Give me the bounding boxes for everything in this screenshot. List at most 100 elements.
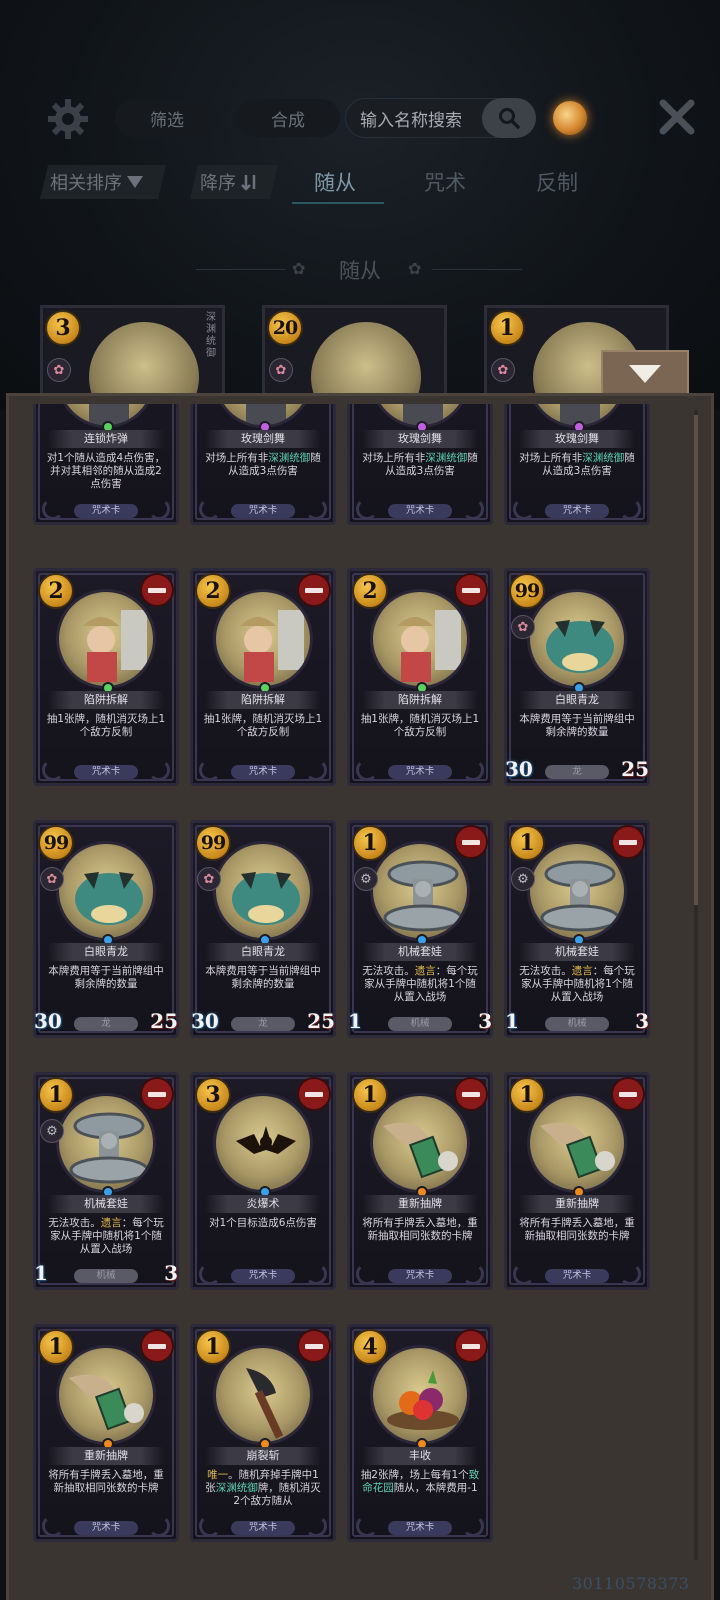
keyword: 遗言 (571, 965, 593, 977)
remove-card-button[interactable] (454, 573, 488, 607)
card-type-label: 咒术卡 (388, 765, 452, 779)
cost-badge: 2 (38, 573, 74, 609)
tab-counters[interactable]: 反制 (536, 167, 578, 197)
card-tag: 深渊统御 (206, 312, 216, 359)
corner-ornament (513, 498, 535, 520)
card-description: 将所有手牌丢入墓地，重新抽取相同张数的卡牌 (362, 1217, 478, 1242)
card-illustration (540, 860, 620, 932)
corner-ornament (462, 1263, 484, 1285)
relevance-sort-label: 相关排序 (50, 173, 122, 194)
card-name: 陷阱拆解 (205, 691, 321, 709)
card-art (213, 589, 313, 689)
card-tile[interactable]: 1 重新抽牌 将所有手牌丢入墓地，重新抽取相同张数的卡牌 咒术卡 (504, 1072, 650, 1290)
currency-icon[interactable] (553, 101, 587, 135)
card-description: 唯一。随机弃掉手牌中1张深渊统御牌，随机消灭2个敌方随从 (203, 1469, 323, 1517)
remove-card-button[interactable] (140, 1329, 174, 1363)
card-tile[interactable]: 99 ✿ 白眼青龙 本牌费用等于当前牌组中剩余牌的数量龙 30 25 (189, 820, 336, 1039)
card-type-label: 咒术卡 (74, 765, 138, 779)
card-description: 对场上所有非深渊统御随从造成3点伤害 (517, 452, 637, 500)
card-tile[interactable]: 1 ⚙ 机械套娃 无法攻击。遗言：每个玩家从手牌中随机将1个随从置入战场 机械 1 3 (32, 1072, 179, 1291)
card-name: 机械套娃 (362, 943, 478, 961)
cost-badge: 99 (509, 573, 545, 609)
card-tile[interactable]: 1 崩裂斩 唯一。随机弃掉手牌中1张深渊统御牌，随机消灭2个敌方随从 咒术卡 (190, 1324, 336, 1542)
card-tile[interactable]: 99 ✿ 白眼青龙 本牌费用等于当前牌组中剩余牌的数量龙 30 25 (503, 568, 650, 787)
card-tile[interactable]: 2 陷阱拆解 抽1张牌，随机消灭场上1个敌方反制 咒术卡 (33, 568, 179, 786)
card-tile[interactable]: 3 炎爆术 对1个目标造成6点伤害 咒术卡 (190, 1072, 336, 1290)
card-type-label: 咒术卡 (388, 1269, 452, 1283)
card-tile[interactable]: 玫瑰剑舞 对场上所有非深渊统御随从造成3点伤害 咒术卡 (504, 404, 650, 525)
card-tile[interactable]: 玫瑰剑舞对场上所有非深渊统御随从造成3点伤害咒术卡 (190, 404, 336, 525)
corner-ornament (305, 498, 327, 520)
card-type-label: 龙 (74, 1017, 138, 1031)
card-tile[interactable]: 1 重新抽牌 将所有手牌丢入墓地，重新抽取相同张数的卡牌 咒术卡 (33, 1324, 179, 1542)
cost-badge: 99 (38, 825, 74, 861)
card-name: 白眼青龙 (205, 943, 321, 961)
card-description: 对场上所有非深渊统御随从造成3点伤害 (203, 452, 323, 500)
remove-card-button[interactable] (611, 1077, 645, 1111)
filter-button[interactable]: 筛选 (115, 99, 219, 137)
order-sort-button[interactable]: 降序 (190, 165, 278, 199)
collapse-panel-button[interactable] (601, 350, 689, 396)
sort-order-icon (240, 172, 260, 192)
attack-stat: 30 (503, 757, 539, 787)
card-tile[interactable]: 4 丰收 抽2张牌，场上每有1个致命花园随从，本牌费用-1 咒术卡 (347, 1324, 493, 1542)
corner-ornament (305, 759, 327, 781)
cost-badge: 3 (195, 1077, 231, 1113)
watermark-id: 30110578373 (572, 1574, 690, 1593)
remove-card-button[interactable] (297, 573, 331, 607)
card-type-label: 咒术卡 (231, 1521, 295, 1535)
card-type-label: 咒术卡 (231, 1269, 295, 1283)
card-name: 玫瑰剑舞 (362, 430, 478, 448)
card-tile[interactable]: 玫瑰剑舞 对场上所有非深渊统御随从造成3点伤害 咒术卡 (347, 404, 493, 525)
card-tile[interactable]: 连锁炸弹 对1个随从造成4点伤害，并对其相邻的随从造成2点伤害 咒术卡 (33, 404, 179, 525)
card-name: 玫瑰剑舞 (205, 430, 321, 448)
tab-minions[interactable]: 随从 (314, 167, 356, 197)
remove-card-button[interactable] (140, 1077, 174, 1111)
remove-card-button[interactable] (454, 825, 488, 859)
corner-ornament (619, 1263, 641, 1285)
tab-spells[interactable]: 咒术 (424, 167, 466, 197)
rose-icon: ✿ (197, 867, 221, 891)
card-tile[interactable]: 99 ✿ 白眼青龙 本牌费用等于当前牌组中剩余牌的数量龙 30 25 (32, 820, 179, 1039)
remove-card-button[interactable] (454, 1077, 488, 1111)
card-type-label: 咒术卡 (231, 504, 295, 518)
divider (432, 269, 522, 270)
corner-ornament (356, 759, 378, 781)
health-value: 3 (164, 1261, 178, 1285)
corner-ornament (619, 498, 641, 520)
relevance-sort-button[interactable]: 相关排序 (40, 165, 166, 199)
craft-button[interactable]: 合成 (236, 99, 340, 137)
card-tile[interactable]: 1 重新抽牌 将所有手牌丢入墓地，重新抽取相同张数的卡牌 咒术卡 (347, 1072, 493, 1290)
desc-text: 随从，本牌费用-1 (393, 1482, 478, 1494)
deck-card-preview[interactable]: 20 ✿ (262, 305, 447, 432)
gear-icon[interactable] (46, 97, 90, 141)
corner-ornament (148, 498, 170, 520)
card-description: 本牌费用等于当前牌组中剩余牌的数量 (519, 713, 635, 738)
minus-icon (305, 587, 323, 593)
card-tile[interactable]: 1 ⚙ 机械套娃 无法攻击。遗言：每个玩家从手牌中随机将1个随从置入战场 机械 1 3 (503, 820, 650, 1039)
health-value: 25 (150, 1009, 178, 1033)
remove-card-button[interactable] (454, 1329, 488, 1363)
health-stat: 25 (301, 1009, 335, 1039)
card-description: 抽2张牌，场上每有1个致命花园随从，本牌费用-1 (360, 1469, 480, 1517)
card-name: 炎爆术 (205, 1195, 321, 1213)
corner-ornament (305, 1263, 327, 1285)
keyword: 遗言 (100, 1217, 122, 1229)
card-illustration (540, 1122, 615, 1179)
search-button[interactable] (482, 98, 536, 138)
card-tile[interactable]: 2 陷阱拆解 抽1张牌，随机消灭场上1个敌方反制 咒术卡 (190, 568, 336, 786)
card-tile[interactable]: 1 ⚙ 机械套娃 无法攻击。遗言：每个玩家从手牌中随机将1个随从置入战场 机械 1 3 (346, 820, 493, 1039)
deck-card-preview[interactable]: 3 ✿ 深渊统御 (40, 305, 225, 432)
minus-icon (462, 587, 480, 593)
remove-card-button[interactable] (611, 825, 645, 859)
scrollbar-thumb[interactable] (694, 415, 698, 905)
card-tile[interactable]: 2 陷阱拆解 抽1张牌，随机消灭场上1个敌方反制 咒术卡 (347, 568, 493, 786)
minus-icon (148, 1091, 166, 1097)
card-name: 陷阱拆解 (362, 691, 478, 709)
health-value: 3 (478, 1009, 492, 1033)
remove-card-button[interactable] (297, 1077, 331, 1111)
close-icon[interactable] (655, 95, 699, 139)
remove-card-button[interactable] (140, 573, 174, 607)
remove-card-button[interactable] (297, 1329, 331, 1363)
card-illustration (240, 610, 304, 682)
